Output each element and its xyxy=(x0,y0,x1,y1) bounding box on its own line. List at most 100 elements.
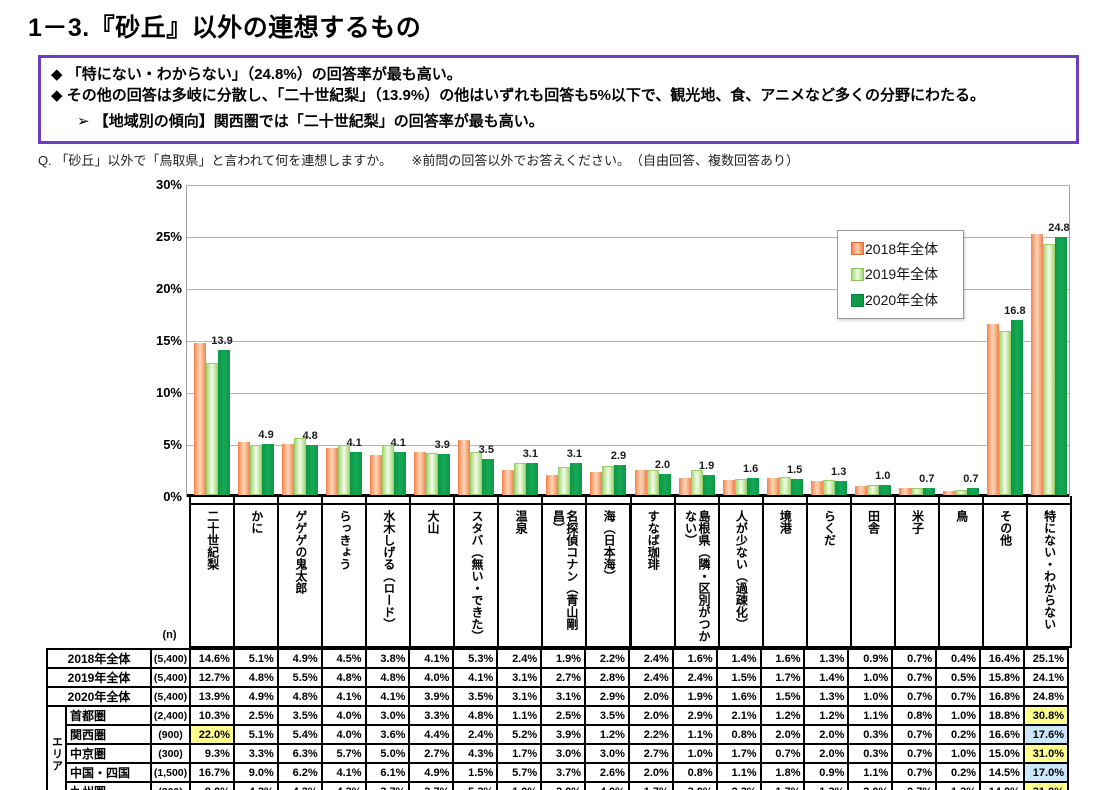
value-cell: 4.9% xyxy=(278,649,322,668)
value-cell: 4.4% xyxy=(409,725,453,744)
bar-2018年全体 xyxy=(194,343,206,495)
page-title: 1－3.『砂丘』以外の連想するもの xyxy=(28,8,421,44)
value-cell: 5.1% xyxy=(234,725,278,744)
value-cell: 3.9% xyxy=(409,687,453,706)
value-cell: 0.8% xyxy=(892,706,936,725)
value-cell: 30.8% xyxy=(1024,706,1068,725)
bar-2019年全体 xyxy=(382,445,394,495)
value-cell: 0.8% xyxy=(673,763,717,782)
category-label: 特にない・わからない xyxy=(1042,510,1055,642)
bar-2020年全体 xyxy=(747,478,759,495)
bar-value-label: 13.9 xyxy=(200,335,244,347)
bar-2018年全体 xyxy=(855,486,867,495)
results-table: 2018年全体(5,400)14.6%5.1%4.9%4.5%3.8%4.1%5… xyxy=(46,648,1069,790)
bar-2019年全体 xyxy=(338,445,350,495)
n-cell: (1,500) xyxy=(151,763,190,782)
value-cell: 5.2% xyxy=(497,725,541,744)
bar-2020年全体 xyxy=(659,474,671,495)
value-cell: 0.5% xyxy=(936,668,980,687)
bar-2020年全体 xyxy=(262,444,274,495)
value-cell: 1.7% xyxy=(761,668,805,687)
value-cell: 2.2% xyxy=(629,725,673,744)
value-cell: 0.3% xyxy=(848,725,892,744)
bar-2018年全体 xyxy=(238,442,250,495)
bar-value-label: 2.0 xyxy=(641,459,685,471)
bar-2019年全体 xyxy=(647,470,659,495)
category-label: らっきょう xyxy=(337,510,350,642)
row-label-cell: 2019年全体 xyxy=(47,668,151,687)
value-cell: 1.7% xyxy=(629,782,673,790)
y-axis-tick-label: 10% xyxy=(130,385,182,400)
value-cell: 31.0% xyxy=(1024,744,1068,763)
summary-box: ◆ 「特にない・わからない」（24.8%）の回答率が最も高い。 ◆ その他の回答… xyxy=(38,55,1079,144)
value-cell: 3.6% xyxy=(366,725,410,744)
value-cell: 3.5% xyxy=(453,687,497,706)
value-cell: 16.6% xyxy=(980,725,1024,744)
category-label: 二十世紀梨 xyxy=(205,510,218,642)
value-cell: 18.8% xyxy=(980,706,1024,725)
category-header-cell: 人が少ない（過疎化） xyxy=(718,503,764,648)
bar-2020年全体 xyxy=(879,485,891,495)
gridline xyxy=(187,341,1069,342)
value-cell: 1.2% xyxy=(804,706,848,725)
category-header-cell: ゲゲゲの鬼太郎 xyxy=(277,503,323,648)
bar-2020年全体 xyxy=(703,475,715,495)
value-cell: 1.0% xyxy=(848,687,892,706)
value-cell: 3.0% xyxy=(585,744,629,763)
value-cell: 1.5% xyxy=(717,668,761,687)
category-label: かに xyxy=(249,510,262,642)
value-cell: 1.7% xyxy=(497,744,541,763)
category-header-cell: 水木しげる（ロード） xyxy=(365,503,411,648)
value-cell: 13.9% xyxy=(190,687,234,706)
value-cell: 17.6% xyxy=(1024,725,1068,744)
value-cell: 0.7% xyxy=(761,744,805,763)
category-label: 温泉 xyxy=(514,510,527,642)
value-cell: 4.1% xyxy=(366,687,410,706)
value-cell: 16.7% xyxy=(190,763,234,782)
value-cell: 4.1% xyxy=(409,649,453,668)
bar-2018年全体 xyxy=(811,481,823,495)
category-label: 大山 xyxy=(426,510,439,642)
value-cell: 1.6% xyxy=(717,687,761,706)
value-cell: 1.8% xyxy=(761,763,805,782)
value-cell: 5.4% xyxy=(278,725,322,744)
value-cell: 1.0% xyxy=(848,668,892,687)
value-cell: 4.3% xyxy=(278,782,322,790)
value-cell: 4.1% xyxy=(453,668,497,687)
n-cell: (2,400) xyxy=(151,706,190,725)
value-cell: 14.0% xyxy=(980,782,1024,790)
value-cell: 2.9% xyxy=(585,687,629,706)
value-cell: 2.6% xyxy=(585,763,629,782)
bar-2018年全体 xyxy=(767,478,779,495)
value-cell: 2.5% xyxy=(234,706,278,725)
n-cell: (5,400) xyxy=(151,668,190,687)
value-cell: 2.0% xyxy=(629,687,673,706)
row-label-cell: 2018年全体 xyxy=(47,649,151,668)
legend-swatch-2019-icon xyxy=(851,268,864,281)
n-cell: (5,400) xyxy=(151,687,190,706)
value-cell: 2.0% xyxy=(629,706,673,725)
category-label: 島根県（隣・区別がつかない） xyxy=(683,510,710,642)
value-cell: 0.2% xyxy=(936,763,980,782)
value-cell: 1.1% xyxy=(848,763,892,782)
bar-2020年全体 xyxy=(791,479,803,495)
bar-2019年全体 xyxy=(999,331,1011,495)
value-cell: 15.0% xyxy=(980,744,1024,763)
value-cell: 2.4% xyxy=(629,668,673,687)
bar-2019年全体 xyxy=(911,488,923,495)
table-row-2020年全体: 2020年全体(5,400)13.9%4.9%4.8%4.1%4.1%3.9%3… xyxy=(47,687,1068,706)
category-header-cell: かに xyxy=(233,503,279,648)
bar-2020年全体 xyxy=(306,445,318,495)
n-column-header: (n) xyxy=(150,629,189,641)
bar-2018年全体 xyxy=(943,491,955,495)
value-cell: 9.0% xyxy=(190,782,234,790)
bar-2018年全体 xyxy=(370,455,382,495)
bar-value-label: 4.1 xyxy=(376,437,420,449)
value-cell: 0.7% xyxy=(892,763,936,782)
value-cell: 5.7% xyxy=(322,744,366,763)
value-cell: 2.9% xyxy=(673,706,717,725)
bar-2020年全体 xyxy=(614,465,626,495)
value-cell: 4.0% xyxy=(409,668,453,687)
value-cell: 4.5% xyxy=(322,649,366,668)
category-header-cell: その他 xyxy=(982,503,1028,648)
